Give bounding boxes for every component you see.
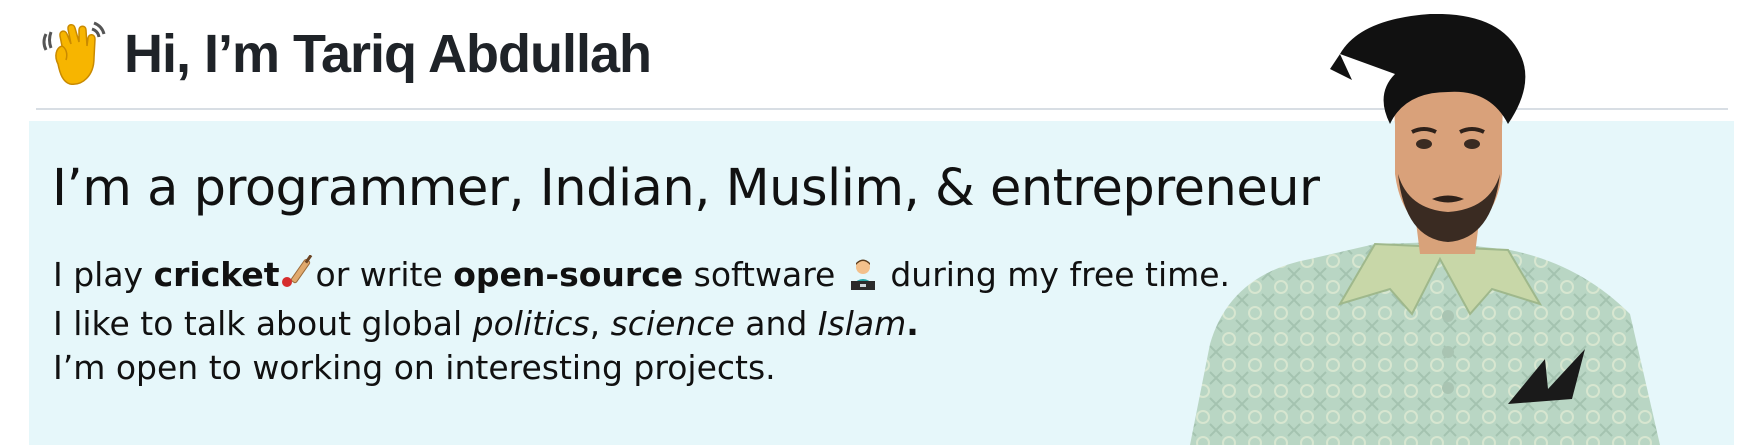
portrait-photo [1190,14,1660,445]
politics-text: politics [472,304,590,343]
bio-line-topics: I like to talk about global politics, sc… [53,302,1230,346]
bio-text-segment: or write [315,255,454,294]
science-text: science [610,304,735,343]
islam-text: Islam [817,304,907,343]
bio-text-segment: software [683,255,846,294]
bio-text: I play cricket or write open-source softw… [53,253,1230,390]
open-source-text: open-source [453,255,684,294]
waving-hand-icon [42,21,106,85]
page-title: Hi, I’m Tariq Abdullah [124,24,652,84]
bio-text-segment: and [734,304,818,343]
intro-headline: I’m a programmer, Indian, Muslim, & entr… [52,159,1320,218]
bio-text-segment: I like to talk about global [53,304,473,343]
cricket-text: cricket [153,255,280,294]
bio-line-projects: I’m open to working on interesting proje… [53,348,776,387]
bio-text-segment: I play [53,255,154,294]
cricket-bat-icon [280,254,316,302]
bio-text-segment: . [906,304,919,343]
technologist-icon [846,257,880,302]
page-header: Hi, I’m Tariq Abdullah [38,18,652,90]
bio-line-hobbies: I play cricket or write open-source softw… [53,253,1230,302]
bio-text-segment: during my free time. [879,255,1231,294]
bio-text-segment: , [589,304,611,343]
